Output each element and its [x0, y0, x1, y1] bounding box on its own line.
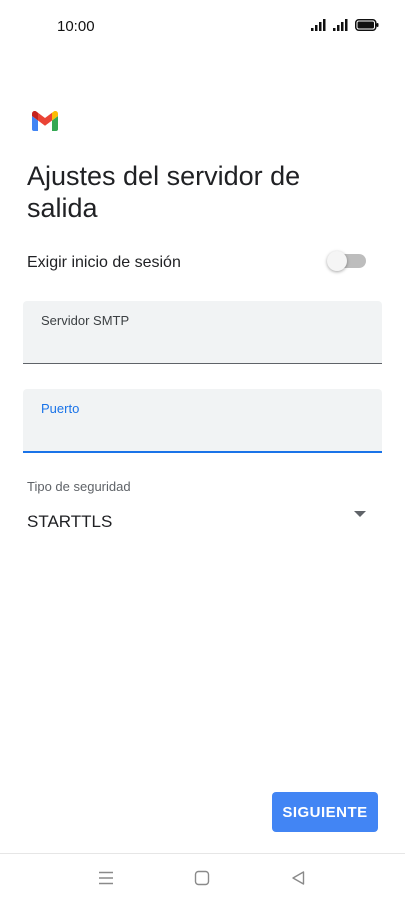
port-field[interactable]: Puerto [23, 389, 382, 453]
menu-icon[interactable] [94, 866, 118, 890]
system-nav-bar [0, 854, 405, 902]
smtp-server-field[interactable]: Servidor SMTP [23, 301, 382, 364]
security-type-dropdown[interactable]: STARTTLS [27, 505, 372, 539]
next-button[interactable]: SIGUIENTE [272, 792, 378, 832]
back-icon[interactable] [286, 866, 310, 890]
signal-icon [333, 19, 348, 31]
signal-icon [311, 19, 326, 31]
require-login-toggle[interactable] [327, 251, 366, 271]
status-bar: 10:00 [0, 0, 405, 52]
security-type-label: Tipo de seguridad [27, 479, 131, 494]
smtp-server-input[interactable] [41, 333, 361, 355]
smtp-server-label: Servidor SMTP [41, 313, 130, 328]
gmail-logo [32, 111, 58, 131]
require-login-row[interactable]: Exigir inicio de sesión [27, 248, 367, 278]
status-time: 10:00 [57, 18, 95, 35]
status-icons [311, 19, 379, 31]
battery-icon [355, 19, 379, 31]
home-icon[interactable] [190, 866, 214, 890]
security-type-value: STARTTLS [27, 512, 113, 531]
page-title: Ajustes del servidor de salida [27, 161, 301, 223]
port-input[interactable] [41, 421, 361, 443]
port-label: Puerto [41, 401, 80, 416]
dropdown-arrow-icon [354, 511, 366, 517]
require-login-label: Exigir inicio de sesión [27, 254, 181, 271]
toggle-knob [327, 251, 347, 271]
